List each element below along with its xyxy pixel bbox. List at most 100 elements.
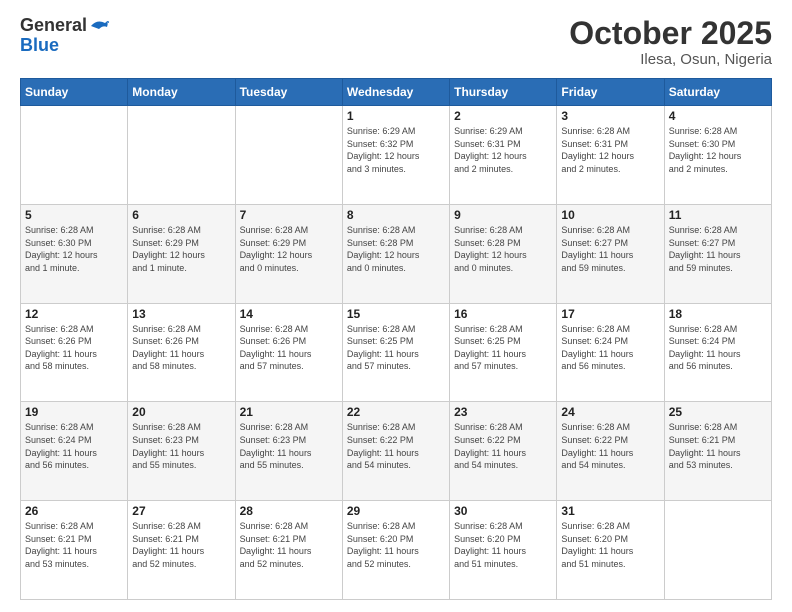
day-number: 22 <box>347 405 445 419</box>
day-number: 7 <box>240 208 338 222</box>
table-row: 1Sunrise: 6:29 AM Sunset: 6:32 PM Daylig… <box>342 106 449 205</box>
table-row: 26 Sunrise: 6:28 AM Sunset: 6:21 PM Dayli… <box>21 501 128 600</box>
table-row <box>128 106 235 205</box>
table-row: 20Sunrise: 6:28 AM Sunset: 6:23 PM Dayli… <box>128 402 235 501</box>
table-row: 5 Sunrise: 6:28 AM Sunset: 6:30 PM Daylig… <box>21 204 128 303</box>
day-number: 13 <box>132 307 230 321</box>
location: Ilesa, Osun, Nigeria <box>569 51 772 68</box>
header: General Blue October 2025 Ilesa, Osun, N… <box>20 16 772 68</box>
day-info: Sunrise: 6:28 AM Sunset: 6:20 PM Dayligh… <box>454 520 552 570</box>
table-row: 2 Sunrise: 6:29 AM Sunset: 6:31 PM Daylig… <box>450 106 557 205</box>
table-row: 25Sunrise: 6:28 AM Sunset: 6:21 PM Dayli… <box>664 402 771 501</box>
day-number: 6 <box>132 208 230 222</box>
table-row: 23Sunrise: 6:28 AM Sunset: 6:22 PM Dayli… <box>450 402 557 501</box>
day-number: 5 <box>25 208 123 222</box>
month-title: October 2025 <box>569 16 772 51</box>
day-number: 30 <box>454 504 552 518</box>
day-info: Sunrise: 6:28 AM Sunset: 6:20 PM Dayligh… <box>561 520 659 570</box>
day-info: Sunrise: 6:28 AM Sunset: 6:21 PM Dayligh… <box>25 520 123 570</box>
calendar-week-5: 26 Sunrise: 6:28 AM Sunset: 6:21 PM Dayli… <box>21 501 772 600</box>
day-number: 16 <box>454 307 552 321</box>
logo-blue: Blue <box>20 36 59 56</box>
day-number: 14 <box>240 307 338 321</box>
day-info: Sunrise: 6:28 AM Sunset: 6:30 PM Dayligh… <box>669 125 767 175</box>
day-info: Sunrise: 6:28 AM Sunset: 6:31 PM Dayligh… <box>561 125 659 175</box>
calendar-week-1: 1Sunrise: 6:29 AM Sunset: 6:32 PM Daylig… <box>21 106 772 205</box>
day-number: 15 <box>347 307 445 321</box>
table-row: 29 Sunrise: 6:28 AM Sunset: 6:20 PM Dayli… <box>342 501 449 600</box>
table-row: 9 Sunrise: 6:28 AM Sunset: 6:28 PM Daylig… <box>450 204 557 303</box>
table-row: 15 Sunrise: 6:28 AM Sunset: 6:25 PM Dayli… <box>342 303 449 402</box>
page: General Blue October 2025 Ilesa, Osun, N… <box>0 0 792 612</box>
day-info: Sunrise: 6:28 AM Sunset: 6:27 PM Dayligh… <box>561 224 659 274</box>
day-info: Sunrise: 6:29 AM Sunset: 6:31 PM Dayligh… <box>454 125 552 175</box>
day-info: Sunrise: 6:28 AM Sunset: 6:25 PM Dayligh… <box>347 323 445 373</box>
col-wednesday: Wednesday <box>342 79 449 106</box>
day-info: Sunrise: 6:28 AM Sunset: 6:27 PM Dayligh… <box>669 224 767 274</box>
day-number: 4 <box>669 109 767 123</box>
logo-general: General <box>20 16 87 36</box>
day-info: Sunrise: 6:28 AM Sunset: 6:30 PM Dayligh… <box>25 224 123 274</box>
day-info: Sunrise: 6:28 AM Sunset: 6:25 PM Dayligh… <box>454 323 552 373</box>
day-info: Sunrise: 6:28 AM Sunset: 6:26 PM Dayligh… <box>25 323 123 373</box>
table-row <box>664 501 771 600</box>
calendar-week-4: 19 Sunrise: 6:28 AM Sunset: 6:24 PM Dayli… <box>21 402 772 501</box>
day-number: 3 <box>561 109 659 123</box>
day-info: Sunrise: 6:28 AM Sunset: 6:21 PM Dayligh… <box>240 520 338 570</box>
col-friday: Friday <box>557 79 664 106</box>
col-monday: Monday <box>128 79 235 106</box>
day-number: 17 <box>561 307 659 321</box>
day-number: 2 <box>454 109 552 123</box>
day-number: 25 <box>669 405 767 419</box>
calendar-header-row: Sunday Monday Tuesday Wednesday Thursday… <box>21 79 772 106</box>
table-row: 11Sunrise: 6:28 AM Sunset: 6:27 PM Dayli… <box>664 204 771 303</box>
day-info: Sunrise: 6:28 AM Sunset: 6:22 PM Dayligh… <box>454 421 552 471</box>
table-row: 28 Sunrise: 6:28 AM Sunset: 6:21 PM Dayli… <box>235 501 342 600</box>
day-number: 31 <box>561 504 659 518</box>
day-number: 21 <box>240 405 338 419</box>
day-number: 19 <box>25 405 123 419</box>
day-number: 12 <box>25 307 123 321</box>
table-row: 30 Sunrise: 6:28 AM Sunset: 6:20 PM Dayli… <box>450 501 557 600</box>
day-number: 9 <box>454 208 552 222</box>
table-row: 22Sunrise: 6:28 AM Sunset: 6:22 PM Dayli… <box>342 402 449 501</box>
table-row: 27Sunrise: 6:28 AM Sunset: 6:21 PM Dayli… <box>128 501 235 600</box>
table-row: 6 Sunrise: 6:28 AM Sunset: 6:29 PM Daylig… <box>128 204 235 303</box>
table-row: 16 Sunrise: 6:28 AM Sunset: 6:25 PM Dayli… <box>450 303 557 402</box>
day-info: Sunrise: 6:28 AM Sunset: 6:20 PM Dayligh… <box>347 520 445 570</box>
day-info: Sunrise: 6:28 AM Sunset: 6:28 PM Dayligh… <box>454 224 552 274</box>
table-row <box>235 106 342 205</box>
title-block: October 2025 Ilesa, Osun, Nigeria <box>569 16 772 68</box>
calendar-week-2: 5 Sunrise: 6:28 AM Sunset: 6:30 PM Daylig… <box>21 204 772 303</box>
table-row: 4 Sunrise: 6:28 AM Sunset: 6:30 PM Daylig… <box>664 106 771 205</box>
day-number: 18 <box>669 307 767 321</box>
day-number: 1 <box>347 109 445 123</box>
table-row: 3 Sunrise: 6:28 AM Sunset: 6:31 PM Daylig… <box>557 106 664 205</box>
day-number: 29 <box>347 504 445 518</box>
col-thursday: Thursday <box>450 79 557 106</box>
table-row <box>21 106 128 205</box>
table-row: 12 Sunrise: 6:28 AM Sunset: 6:26 PM Dayli… <box>21 303 128 402</box>
table-row: 17 Sunrise: 6:28 AM Sunset: 6:24 PM Dayli… <box>557 303 664 402</box>
day-info: Sunrise: 6:28 AM Sunset: 6:23 PM Dayligh… <box>132 421 230 471</box>
day-info: Sunrise: 6:28 AM Sunset: 6:24 PM Dayligh… <box>25 421 123 471</box>
day-info: Sunrise: 6:28 AM Sunset: 6:29 PM Dayligh… <box>240 224 338 274</box>
col-sunday: Sunday <box>21 79 128 106</box>
table-row: 13 Sunrise: 6:28 AM Sunset: 6:26 PM Dayli… <box>128 303 235 402</box>
day-number: 8 <box>347 208 445 222</box>
day-number: 28 <box>240 504 338 518</box>
day-info: Sunrise: 6:28 AM Sunset: 6:23 PM Dayligh… <box>240 421 338 471</box>
day-info: Sunrise: 6:28 AM Sunset: 6:26 PM Dayligh… <box>132 323 230 373</box>
day-info: Sunrise: 6:28 AM Sunset: 6:24 PM Dayligh… <box>561 323 659 373</box>
day-info: Sunrise: 6:28 AM Sunset: 6:24 PM Dayligh… <box>669 323 767 373</box>
day-number: 26 <box>25 504 123 518</box>
day-info: Sunrise: 6:28 AM Sunset: 6:22 PM Dayligh… <box>561 421 659 471</box>
table-row: 24Sunrise: 6:28 AM Sunset: 6:22 PM Dayli… <box>557 402 664 501</box>
day-info: Sunrise: 6:28 AM Sunset: 6:29 PM Dayligh… <box>132 224 230 274</box>
day-info: Sunrise: 6:28 AM Sunset: 6:21 PM Dayligh… <box>132 520 230 570</box>
table-row: 14Sunrise: 6:28 AM Sunset: 6:26 PM Dayli… <box>235 303 342 402</box>
table-row: 8Sunrise: 6:28 AM Sunset: 6:28 PM Daylig… <box>342 204 449 303</box>
calendar-week-3: 12 Sunrise: 6:28 AM Sunset: 6:26 PM Dayli… <box>21 303 772 402</box>
logo: General Blue <box>20 16 109 56</box>
col-saturday: Saturday <box>664 79 771 106</box>
